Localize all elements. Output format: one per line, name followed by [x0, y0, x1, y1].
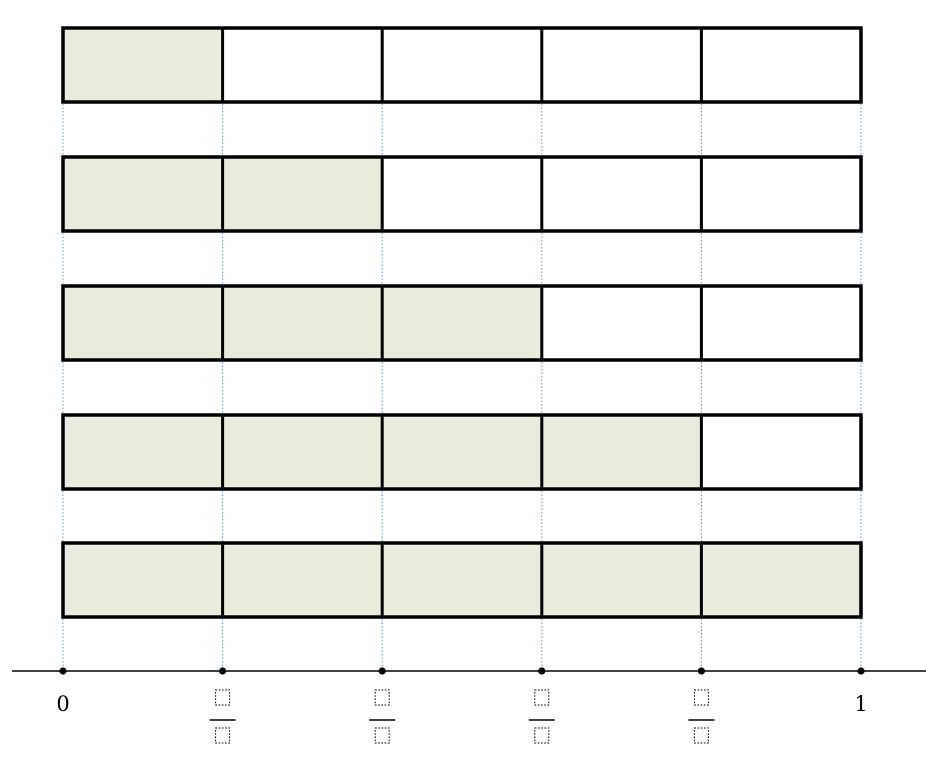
blank-fraction-1 [209, 689, 236, 744]
unshaded-part [701, 157, 861, 231]
shaded-part [382, 415, 542, 489]
fraction-strip-4 [61, 413, 863, 491]
shaded-part [222, 543, 383, 617]
shaded-part [541, 415, 702, 489]
fraction-strips [61, 26, 863, 619]
tick-point [697, 667, 706, 675]
unshaded-part [701, 28, 861, 102]
tick-point [378, 667, 386, 675]
number-line: 01 [12, 667, 926, 744]
shaded-part [63, 28, 223, 102]
fraction-strip-3 [61, 284, 863, 362]
unshaded-part [382, 157, 542, 231]
tick-point [59, 667, 67, 675]
end-label: 1 [854, 692, 867, 716]
shaded-part [222, 157, 383, 231]
shaded-part [382, 286, 542, 360]
unshaded-part [382, 28, 542, 102]
denominator-box [374, 727, 390, 744]
numerator-box [215, 689, 231, 706]
unshaded-part [541, 286, 702, 360]
tick-point [857, 667, 865, 675]
tick-point [538, 667, 546, 675]
start-label: 0 [56, 692, 69, 716]
shaded-part [63, 157, 223, 231]
shaded-part [63, 286, 223, 360]
shaded-part [541, 543, 702, 617]
shaded-part [222, 415, 383, 489]
numerator-box [534, 689, 550, 706]
shaded-part [63, 543, 223, 617]
fraction-strip-1 [61, 26, 863, 104]
unshaded-part [222, 28, 383, 102]
fraction-strip-diagram: 01 [12, 26, 926, 744]
unshaded-part [541, 157, 702, 231]
shaded-part [222, 286, 383, 360]
tick-point [219, 667, 227, 675]
blank-fraction-4 [688, 689, 715, 744]
denominator-box [215, 727, 231, 744]
unshaded-part [701, 415, 861, 489]
shaded-part [701, 543, 861, 617]
unshaded-part [701, 286, 861, 360]
numerator-box [374, 689, 390, 706]
blank-fraction-3 [528, 689, 555, 744]
numerator-box [693, 689, 709, 706]
fraction-strip-2 [61, 155, 863, 233]
unshaded-part [541, 28, 702, 102]
shaded-part [382, 543, 542, 617]
shaded-part [63, 415, 223, 489]
denominator-box [534, 727, 550, 744]
blank-fraction-2 [369, 689, 396, 744]
denominator-box [693, 727, 709, 744]
fraction-strip-5 [61, 541, 863, 619]
